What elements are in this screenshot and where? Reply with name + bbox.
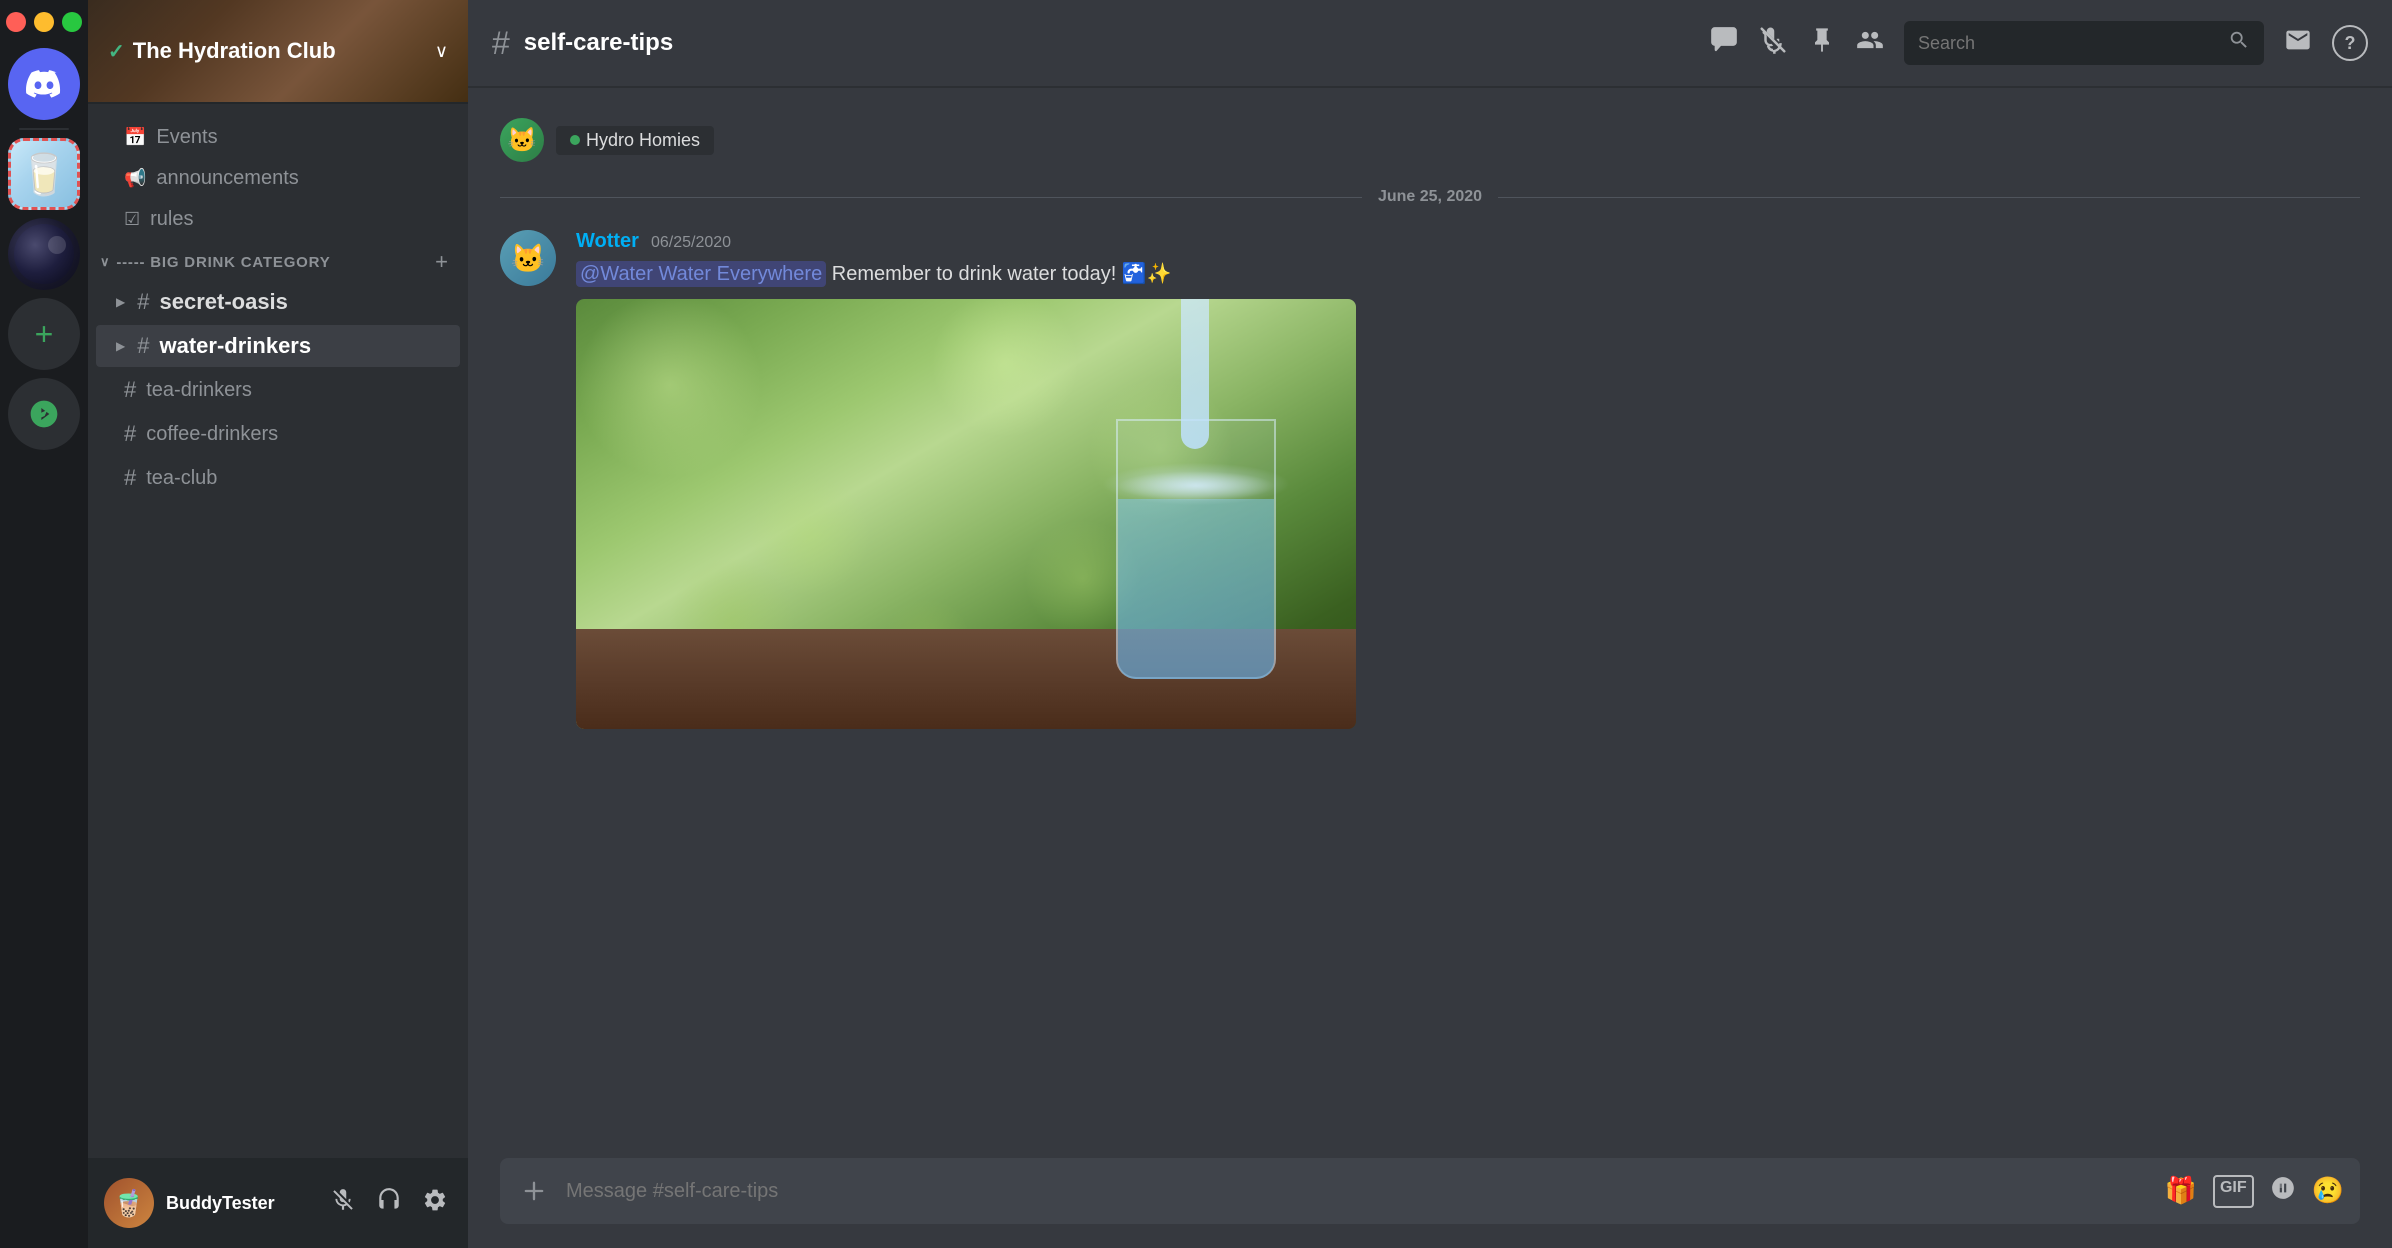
channel-title: self-care-tips (524, 29, 673, 57)
events-channel[interactable]: 📅 Events (96, 118, 460, 157)
secret-oasis-label: secret-oasis (159, 289, 287, 315)
channel-hash-water-drinkers: # (137, 333, 149, 359)
message-text: Remember to drink water today! (832, 263, 1122, 285)
window-controls (6, 12, 82, 32)
server-divider (19, 128, 69, 130)
mute-button[interactable] (326, 1183, 360, 1224)
water-drinkers-label: water-drinkers (159, 333, 311, 359)
explore-servers-button[interactable] (8, 378, 80, 450)
channels-list: 📅 Events 📢 announcements ☑ rules ∨ -----… (88, 104, 468, 1158)
minimize-button[interactable] (34, 12, 54, 32)
events-icon: 📅 (124, 127, 146, 148)
channel-bullet-water-drinkers: ▶ (116, 339, 125, 353)
message-content-wotter: @Water Water Everywhere Remember to drin… (576, 259, 2360, 289)
messages-area: 🐱 Hydro Homies June 25, 2020 🐱 Wotter 06… (468, 88, 2392, 1142)
user-info: BuddyTester (166, 1193, 314, 1214)
message-image (576, 299, 1376, 729)
headset-button[interactable] (372, 1183, 406, 1224)
channel-hash-tea-drinkers: # (124, 377, 136, 403)
announcements-icon: 📢 (124, 168, 146, 189)
server-header[interactable]: ✓ The Hydration Club ∨ (88, 0, 468, 104)
message-group: 🐱 Wotter 06/25/2020 @Water Water Everywh… (468, 222, 2392, 737)
online-badge: Hydro Homies (556, 126, 714, 155)
mention-tag[interactable]: @Water Water Everywhere (576, 261, 826, 287)
channel-hash-secret-oasis: # (137, 289, 149, 315)
main-content: # self-care-tips (468, 0, 2392, 1248)
top-bar: # self-care-tips (468, 0, 2392, 88)
pin-icon[interactable] (1808, 26, 1836, 61)
date-label: June 25, 2020 (1378, 188, 1482, 206)
username: BuddyTester (166, 1193, 314, 1214)
coffee-drinkers-label: coffee-drinkers (146, 423, 278, 446)
add-server-button[interactable]: + (8, 298, 80, 370)
channel-sidebar: ✓ The Hydration Club ∨ 📅 Events 📢 announ… (88, 0, 468, 1248)
discord-home-button[interactable] (8, 48, 80, 120)
server-dropdown-arrow[interactable]: ∨ (435, 41, 448, 62)
rules-icon: ☑ (124, 209, 140, 230)
maximize-button[interactable] (62, 12, 82, 32)
input-icons: 🎁 GIF 😢 (2165, 1175, 2344, 1208)
announcements-channel[interactable]: 📢 announcements (96, 159, 460, 198)
settings-button[interactable] (418, 1183, 452, 1224)
tea-club-label: tea-club (146, 467, 217, 490)
threads-icon[interactable] (1710, 26, 1738, 61)
search-input[interactable] (1918, 33, 2218, 54)
message-avatar-wotter: 🐱 (500, 230, 556, 286)
date-divider: June 25, 2020 (468, 172, 2392, 222)
verified-icon: ✓ (108, 39, 125, 64)
inbox-icon[interactable] (2284, 26, 2312, 61)
thread-bar: 🐱 Hydro Homies (468, 108, 2392, 172)
message-author-wotter: Wotter (576, 230, 639, 253)
message-add-button[interactable] (516, 1173, 552, 1209)
coffee-drinkers-channel[interactable]: # coffee-drinkers (96, 413, 460, 455)
members-icon[interactable] (1856, 26, 1884, 61)
gift-icon[interactable]: 🎁 (2165, 1175, 2197, 1208)
search-box (1904, 21, 2264, 65)
emoji-icon[interactable]: 😢 (2312, 1175, 2344, 1208)
message-body-wotter: Wotter 06/25/2020 @Water Water Everywher… (576, 230, 2360, 729)
channel-title-area: # self-care-tips (492, 25, 1690, 62)
online-dot (570, 135, 580, 145)
tea-drinkers-channel[interactable]: # tea-drinkers (96, 369, 460, 411)
message-header-wotter: Wotter 06/25/2020 (576, 230, 2360, 253)
help-icon[interactable]: ? (2332, 25, 2368, 61)
rules-channel[interactable]: ☑ rules (96, 200, 460, 239)
water-drinkers-channel[interactable]: ▶ # water-drinkers (96, 325, 460, 367)
channel-bullet-secret-oasis: ▶ (116, 295, 125, 309)
channel-hash-icon: # (492, 25, 510, 62)
mute-channel-icon[interactable] (1758, 25, 1788, 62)
secret-oasis-channel[interactable]: ▶ # secret-oasis (96, 281, 460, 323)
server-name: ✓ The Hydration Club (108, 38, 336, 64)
server-sidebar: 🥛 + (0, 0, 88, 1248)
category-header[interactable]: ∨ ----- BIG DRINK CATEGORY + (88, 241, 468, 279)
tea-club-channel[interactable]: # tea-club (96, 457, 460, 499)
channel-hash-tea-club: # (124, 465, 136, 491)
message-input-box: 🎁 GIF 😢 (500, 1158, 2360, 1224)
date-line-left (500, 197, 1362, 198)
glass-body (1116, 419, 1276, 679)
message-input-area: 🎁 GIF 😢 (468, 1142, 2392, 1248)
group-name: Hydro Homies (586, 130, 700, 151)
add-channel-button[interactable]: + (435, 249, 448, 275)
category-arrow-icon: ∨ (100, 254, 110, 270)
search-icon (2228, 29, 2250, 57)
server-icon-dark-planet[interactable] (8, 218, 80, 290)
message-timestamp-wotter: 06/25/2020 (651, 234, 731, 252)
sticker-icon[interactable] (2270, 1175, 2296, 1208)
message-input-field[interactable] (566, 1180, 2151, 1203)
user-bar: 🧋 BuddyTester (88, 1158, 468, 1248)
user-avatar: 🧋 (104, 1178, 154, 1228)
date-line-right (1498, 197, 2360, 198)
gif-button[interactable]: GIF (2213, 1175, 2254, 1208)
channel-hash-coffee-drinkers: # (124, 421, 136, 447)
emoji-suffix: 🚰✨ (1122, 263, 1172, 285)
top-bar-icons: ? (1710, 21, 2368, 65)
group-avatar: 🐱 (500, 118, 544, 162)
close-button[interactable] (6, 12, 26, 32)
category-name: ∨ ----- BIG DRINK CATEGORY (100, 254, 331, 271)
server-icon-hydration-club[interactable]: 🥛 (8, 138, 80, 210)
big-drink-category: ∨ ----- BIG DRINK CATEGORY + ▶ # secret-… (88, 241, 468, 499)
user-controls (326, 1183, 452, 1224)
tea-drinkers-label: tea-drinkers (146, 379, 252, 402)
